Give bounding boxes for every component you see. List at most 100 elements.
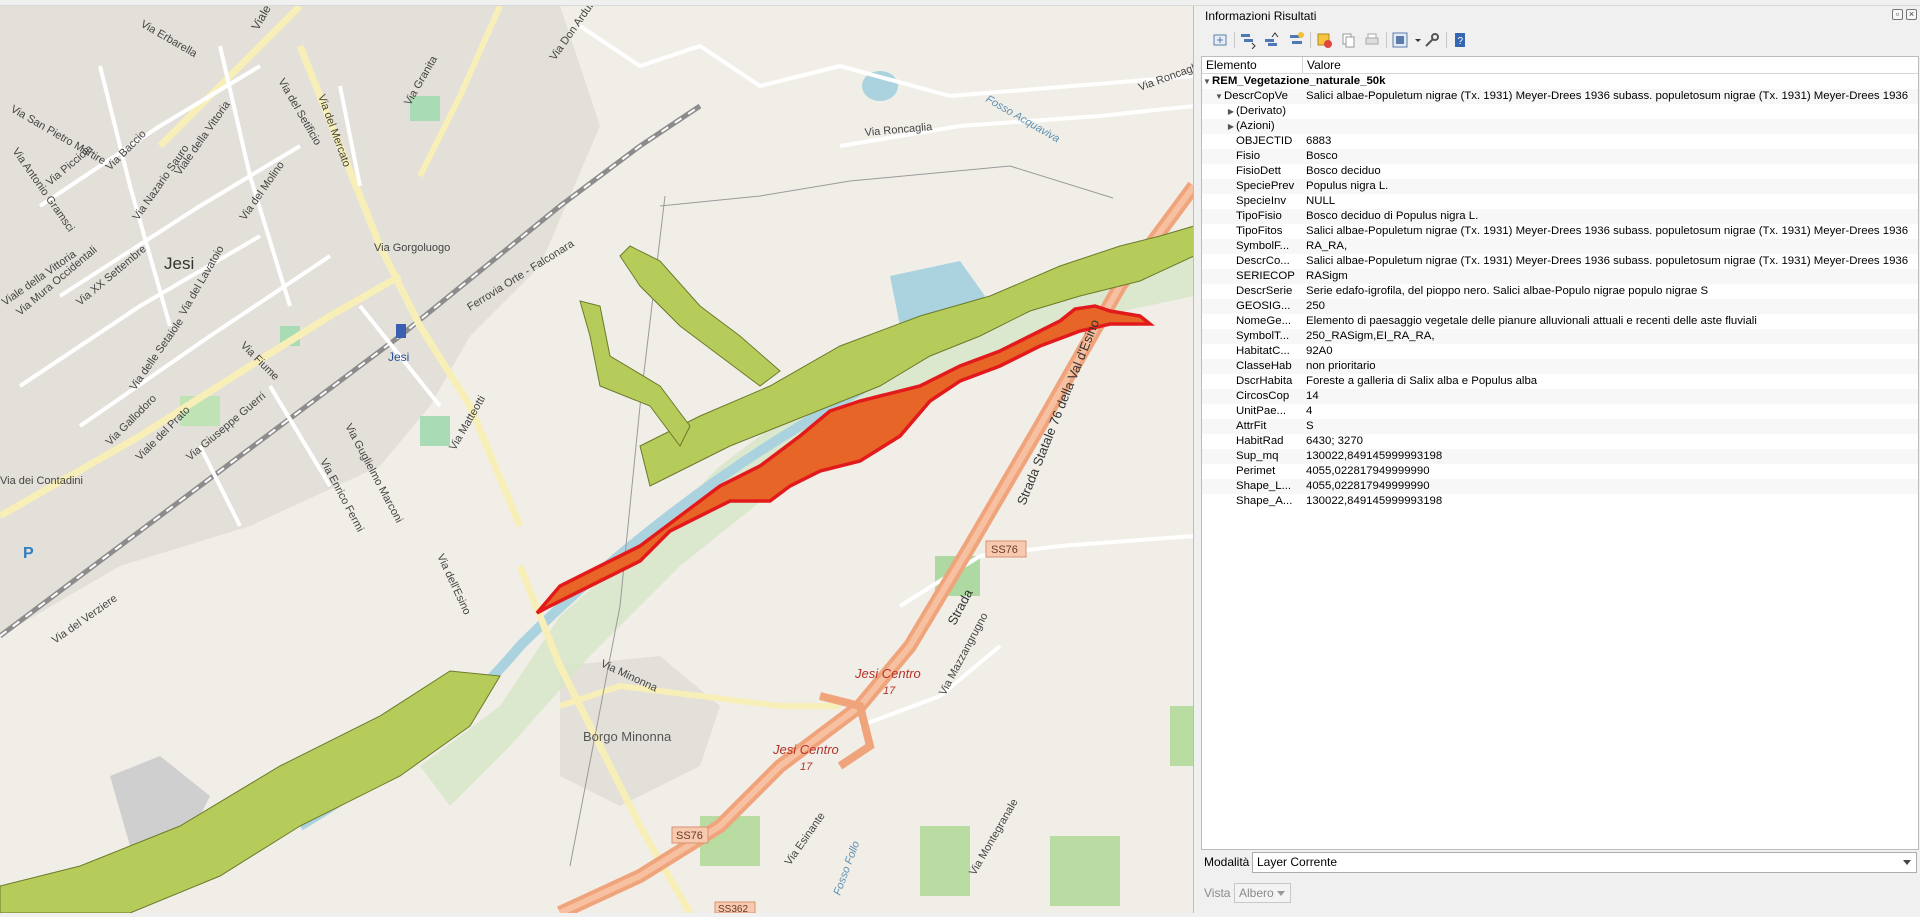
attribute-value-cell: Serie edafo-igrofila, del pioppo nero. S… [1306,285,1709,297]
vegetation-polygon[interactable] [0,670,501,913]
attribute-value-cell: Foreste a galleria di Salix alba e Popul… [1306,375,1538,387]
attribute-value-cell: Bosco deciduo di Populus nigra L. [1306,210,1479,222]
chevron-down-icon [1277,891,1285,896]
attribute-name-cell: FisioDett [1202,164,1303,179]
layer-row[interactable]: ▼REM_Vegetazione_naturale_50k [1202,74,1918,89]
attribute-row[interactable]: CircosCop 14 [1202,389,1918,404]
attribute-row[interactable]: SpeciePrev Populus nigra L. [1202,179,1918,194]
attribute-name: SymbolF... [1236,240,1290,252]
attribute-value-cell: NULL [1306,195,1336,207]
expand-all-button[interactable] [1238,30,1258,50]
map-label-jesi-station: Jesi [388,350,409,364]
collapse-all-button[interactable] [1262,30,1282,50]
attribute-row[interactable]: UnitPae... 4 [1202,404,1918,419]
identify-settings-button[interactable] [1422,30,1442,50]
collapse-arrow-icon[interactable]: ▼ [1202,74,1212,89]
attribute-row[interactable]: OBJECTID 6883 [1202,134,1918,149]
attribute-row[interactable]: Shape_L... 4055,022817949999990 [1202,479,1918,494]
attribute-row[interactable]: Shape_A... 130022,849145999993198 [1202,494,1918,509]
view-select-value: Albero [1239,886,1274,900]
identify-mode-dropdown[interactable] [1408,30,1421,50]
attribute-row[interactable]: HabitRad 6430; 3270 [1202,434,1918,449]
attribute-row[interactable]: Perimet 4055,022817949999990 [1202,464,1918,479]
chevron-down-icon [1903,860,1911,865]
train-station-icon [396,324,406,338]
attribute-name-cell: GEOSIG... [1202,299,1303,314]
attribute-row[interactable]: DescrSerie Serie edafo-igrofila, del piop… [1202,284,1918,299]
expand-tree-button[interactable] [1210,30,1230,50]
map-label-via-montegranale: Via Montegranale [967,797,1020,878]
view-select[interactable]: Albero [1234,883,1291,903]
column-header-element[interactable]: Elemento [1202,57,1303,74]
attribute-name-cell: NomeGe... [1202,314,1303,329]
qgis-window: Jesi Jesi Viale della Vittoria Viale del… [0,0,1920,917]
attribute-row[interactable]: SymbolF... RA_RA, [1202,239,1918,254]
map-svg[interactable]: Jesi Jesi Viale della Vittoria Viale del… [0,6,1194,913]
copy-feature-button[interactable] [1338,30,1358,50]
attribute-name: (Derivato) [1236,105,1287,117]
attribute-name: Perimet [1236,465,1276,477]
attribute-value-cell: 6430; 3270 [1306,435,1364,447]
map-label-via-gorgoluogo: Via Gorgoluogo [374,242,450,254]
shield-ss362: SS362 [714,901,756,913]
map-label-via-contadini: Via dei Contadini [0,475,83,487]
field [1170,706,1193,766]
close-panel-button[interactable]: × [1906,9,1917,20]
panel-title: Informazioni Risultati [1205,9,1317,23]
expand-new-results-button[interactable] [1286,30,1306,50]
identify-mode-button[interactable] [1390,30,1410,50]
field [1050,836,1120,906]
map-canvas[interactable]: Jesi Jesi Viale della Vittoria Viale del… [0,6,1194,913]
column-header-value[interactable]: Valore [1303,57,1918,74]
attribute-value-cell: 130022,849145999993198 [1306,450,1443,462]
attribute-name-cell: Fisio [1202,149,1303,164]
attribute-row[interactable]: DscrHabita Foreste a galleria di Salix al… [1202,374,1918,389]
vegetation-polygon[interactable] [579,300,691,447]
attribute-row[interactable]: TipoFisio Bosco deciduo di Populus nigra … [1202,209,1918,224]
attribute-row[interactable]: ClasseHab non prioritario [1202,359,1918,374]
attribute-row[interactable]: FisioDett Bosco deciduo [1202,164,1918,179]
attribute-row[interactable]: AttrFit S [1202,419,1918,434]
float-panel-button[interactable]: ▫ [1892,9,1903,20]
expand-arrow-icon[interactable]: ▶ [1226,104,1236,119]
attribute-row[interactable]: SymbolT... 250_RASigm,EI_RA_RA, [1202,329,1918,344]
attribute-row[interactable]: Sup_mq 130022,849145999993198 [1202,449,1918,464]
results-tree[interactable]: Elemento Valore ▼REM_Vegetazione_natural… [1201,56,1919,850]
attribute-row[interactable]: SpecieInv NULL [1202,194,1918,209]
layer-name: REM_Vegetazione_naturale_50k [1212,75,1386,87]
attribute-name-cell: Sup_mq [1202,449,1303,464]
clear-results-button[interactable] [1314,30,1334,50]
attribute-row[interactable]: Fisio Bosco [1202,149,1918,164]
attribute-row[interactable]: HabitatC... 92A0 [1202,344,1918,359]
expand-arrow-icon[interactable]: ▶ [1226,119,1236,134]
panel-bottom-controls: Modalità Layer Corrente Vista Albero [1200,846,1920,917]
attribute-name-cell: TipoFisio [1202,209,1303,224]
attribute-value-cell: 4055,022817949999990 [1306,480,1430,492]
vegetation-polygon[interactable] [619,245,781,387]
print-button[interactable] [1362,30,1382,50]
attribute-value-cell: Salici albae-Populetum nigrae (Tx. 1931)… [1306,90,1909,102]
attribute-row[interactable]: GEOSIG... 250 [1202,299,1918,314]
clear-results-icon [1317,33,1332,48]
attribute-name: TipoFitos [1236,225,1283,237]
svg-text:SS76: SS76 [676,830,703,842]
identify-results-panel: Informazioni Risultati ▫ × ? Elemento Va… [1200,6,1920,917]
help-button[interactable]: ? [1450,30,1470,50]
attribute-row[interactable]: ▼DescrCopVe Salici albae-Populetum nigrae… [1202,89,1918,104]
shield-ss76-b: SS76 [671,826,709,844]
attribute-name: FisioDett [1236,165,1281,177]
attribute-row[interactable]: ▶ (Azioni) [1202,119,1918,134]
attribute-name: Fisio [1236,150,1261,162]
attribute-value-cell: 6883 [1306,135,1332,147]
attribute-row[interactable]: SERIECOP RASigm [1202,269,1918,284]
attribute-value-cell: 250 [1306,300,1326,312]
collapse-arrow-icon[interactable]: ▼ [1214,89,1224,104]
map-label-jesi: Jesi [164,254,194,273]
bottom-strip [0,913,1194,917]
attribute-name-cell: Shape_L... [1202,479,1303,494]
attribute-row[interactable]: TipoFitos Salici albae-Populetum nigrae (… [1202,224,1918,239]
attribute-row[interactable]: ▶ (Derivato) [1202,104,1918,119]
attribute-row[interactable]: DescrCo... Salici albae-Populetum nigrae … [1202,254,1918,269]
mode-select[interactable]: Layer Corrente [1252,852,1917,873]
attribute-row[interactable]: NomeGe... Elemento di paesaggio vegetale … [1202,314,1918,329]
